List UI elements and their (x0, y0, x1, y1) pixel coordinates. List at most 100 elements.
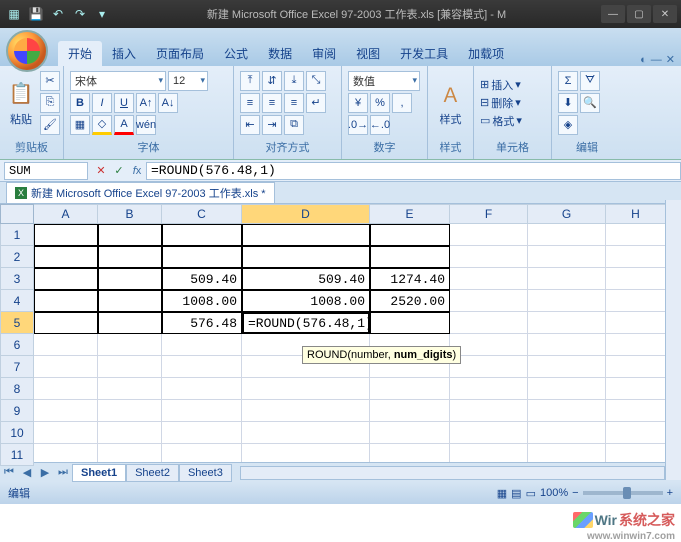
cell-C5[interactable]: 576.48 (162, 312, 242, 334)
help-icon[interactable]: ◐ (640, 54, 647, 66)
cell[interactable] (606, 246, 666, 268)
cell[interactable] (606, 378, 666, 400)
sheet-tab-1[interactable]: Sheet1 (72, 464, 126, 482)
cell[interactable] (162, 356, 242, 378)
shrink-font-icon[interactable]: A↓ (158, 93, 178, 113)
format-painter-icon[interactable]: 🖌 (40, 115, 60, 135)
indent-inc-icon[interactable]: ⇥ (262, 115, 282, 135)
cell[interactable] (162, 400, 242, 422)
cell[interactable] (606, 268, 666, 290)
cell[interactable] (606, 312, 666, 334)
cell[interactable] (98, 400, 162, 422)
cell[interactable] (528, 356, 606, 378)
cell[interactable] (162, 378, 242, 400)
view-break-icon[interactable]: ▭ (526, 487, 536, 500)
wrap-text-icon[interactable]: ↵ (306, 93, 326, 113)
cell[interactable] (450, 422, 528, 444)
view-layout-icon[interactable]: ▤ (511, 487, 521, 500)
zoom-in-icon[interactable]: + (667, 487, 673, 499)
inc-decimal-icon[interactable]: .0→ (348, 115, 368, 135)
cell-E3[interactable]: 1274.40 (370, 268, 450, 290)
save-icon[interactable]: 💾 (26, 4, 46, 24)
cell[interactable] (370, 400, 450, 422)
formula-input[interactable]: =ROUND(576.48,1) (146, 162, 681, 180)
cell[interactable] (98, 334, 162, 356)
row-header-2[interactable]: 2 (0, 246, 34, 268)
cell[interactable] (162, 224, 242, 246)
row-header-3[interactable]: 3 (0, 268, 34, 290)
cell-C3[interactable]: 509.40 (162, 268, 242, 290)
tab-addins[interactable]: 加载项 (458, 41, 514, 66)
cell[interactable] (450, 246, 528, 268)
cell[interactable] (162, 422, 242, 444)
fx-icon[interactable]: fx (128, 162, 146, 180)
cell[interactable] (450, 400, 528, 422)
cell[interactable] (450, 224, 528, 246)
align-middle-icon[interactable]: ⇵ (262, 71, 282, 91)
mdi-close-icon[interactable]: ✕ (666, 53, 675, 66)
cell[interactable] (450, 334, 528, 356)
cell[interactable] (98, 378, 162, 400)
col-header-A[interactable]: A (34, 204, 98, 224)
cell[interactable] (606, 334, 666, 356)
cell[interactable] (450, 378, 528, 400)
orientation-icon[interactable]: ⤡ (306, 71, 326, 91)
cell[interactable] (450, 312, 528, 334)
sheet-nav-first-icon[interactable]: ⏮ (0, 465, 18, 481)
cell[interactable] (528, 268, 606, 290)
fill-color-icon[interactable]: ◇ (92, 115, 112, 135)
cell-C4[interactable]: 1008.00 (162, 290, 242, 312)
col-header-E[interactable]: E (370, 204, 450, 224)
cell[interactable] (34, 246, 98, 268)
row-header-6[interactable]: 6 (0, 334, 34, 356)
cell-D3[interactable]: 509.40 (242, 268, 370, 290)
cell[interactable] (528, 444, 606, 462)
row-header-1[interactable]: 1 (0, 224, 34, 246)
cell[interactable] (98, 422, 162, 444)
col-header-H[interactable]: H (606, 204, 666, 224)
qat-more-icon[interactable]: ▾ (92, 4, 112, 24)
cell[interactable] (606, 444, 666, 462)
cell[interactable] (528, 378, 606, 400)
cell[interactable] (34, 378, 98, 400)
cell[interactable] (528, 422, 606, 444)
cell[interactable] (528, 312, 606, 334)
cell[interactable] (34, 444, 98, 462)
close-button[interactable]: ✕ (653, 5, 677, 23)
italic-button[interactable]: I (92, 93, 112, 113)
cell[interactable] (162, 246, 242, 268)
row-header-10[interactable]: 10 (0, 422, 34, 444)
cell[interactable] (34, 224, 98, 246)
cell[interactable] (242, 400, 370, 422)
percent-icon[interactable]: % (370, 93, 390, 113)
cell[interactable] (242, 224, 370, 246)
align-right-icon[interactable]: ≡ (284, 93, 304, 113)
vertical-scrollbar[interactable] (665, 200, 681, 480)
cell[interactable] (606, 224, 666, 246)
select-all-corner[interactable] (0, 204, 34, 224)
number-format-combo[interactable]: 数值 (348, 71, 420, 91)
row-header-4[interactable]: 4 (0, 290, 34, 312)
comma-icon[interactable]: , (392, 93, 412, 113)
copy-icon[interactable]: ⎘ (40, 93, 60, 113)
undo-icon[interactable]: ↶ (48, 4, 68, 24)
fill-icon[interactable]: ⬇ (558, 93, 578, 113)
cell[interactable] (370, 378, 450, 400)
cell-D5-editing[interactable]: =ROUND(576.48,1) (242, 312, 370, 334)
align-top-icon[interactable]: ⤒ (240, 71, 260, 91)
cell[interactable] (606, 290, 666, 312)
align-bottom-icon[interactable]: ⤓ (284, 71, 304, 91)
col-header-G[interactable]: G (528, 204, 606, 224)
cell[interactable] (162, 444, 242, 462)
sheet-nav-next-icon[interactable]: ▶ (36, 465, 54, 481)
col-header-F[interactable]: F (450, 204, 528, 224)
cell-E4[interactable]: 2520.00 (370, 290, 450, 312)
align-left-icon[interactable]: ≡ (240, 93, 260, 113)
cell[interactable] (370, 422, 450, 444)
col-header-C[interactable]: C (162, 204, 242, 224)
font-family-combo[interactable]: 宋体 (70, 71, 166, 91)
autosum-icon[interactable]: Σ (558, 71, 578, 91)
zoom-out-icon[interactable]: − (572, 487, 578, 499)
cell[interactable] (98, 268, 162, 290)
grow-font-icon[interactable]: A↑ (136, 93, 156, 113)
